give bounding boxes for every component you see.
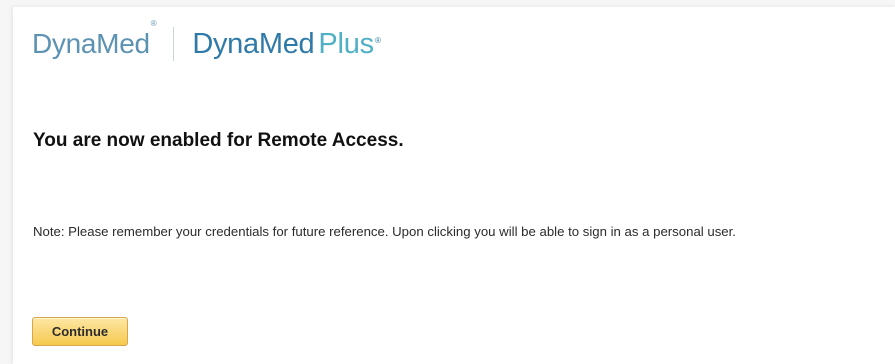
dynamed-logo: DynaMed® <box>32 20 157 59</box>
dynamed-logo-text: DynaMed <box>32 28 150 59</box>
trademark-mark: ® <box>150 19 157 28</box>
dynamed-plus-logo-text: DynaMed <box>192 27 315 60</box>
credentials-note: Note: Please remember your credentials f… <box>33 224 736 239</box>
page-title: You are now enabled for Remote Access. <box>33 130 404 151</box>
dynamed-plus-logo: DynaMed Plus ® <box>192 27 381 60</box>
logo-row: DynaMed® DynaMed Plus ® <box>32 20 381 64</box>
plus-logo-text: Plus <box>318 27 374 60</box>
page-container: DynaMed® DynaMed Plus ® You are now enabl… <box>13 7 895 364</box>
continue-button[interactable]: Continue <box>32 317 128 346</box>
logo-divider <box>173 27 175 61</box>
trademark-mark-plus: ® <box>374 35 381 45</box>
